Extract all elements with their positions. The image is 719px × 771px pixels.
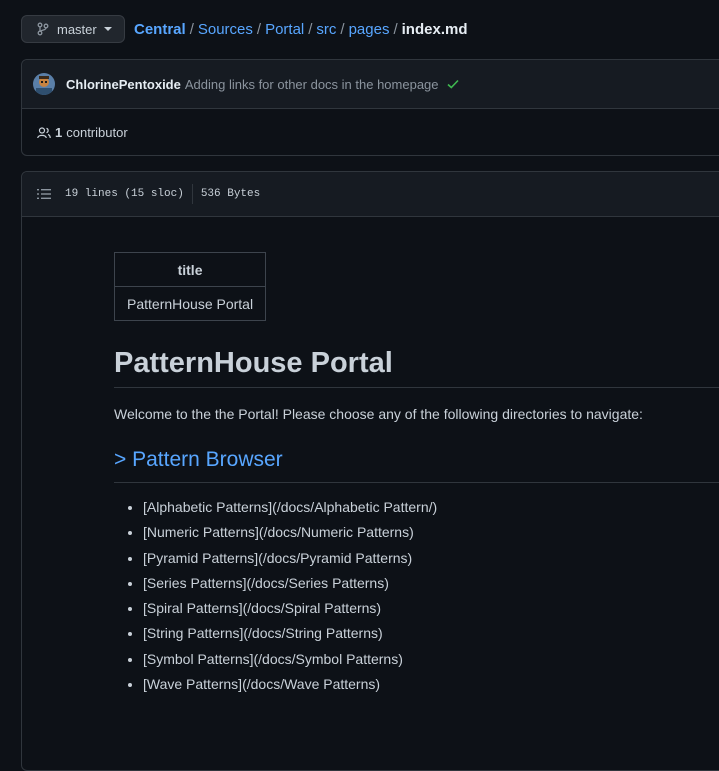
breadcrumb: Central / Sources / Portal / src / pages / index.m… (134, 21, 468, 39)
frontmatter-value: PatternHouse Portal (113, 286, 267, 321)
avatar[interactable] (33, 73, 55, 95)
breadcrumb-link-src[interactable]: src (316, 21, 336, 38)
list-item: [Wave Patterns](/docs/Wave Patterns) (143, 674, 719, 694)
breadcrumb-separator: / (340, 21, 345, 38)
list-unordered-icon[interactable] (37, 188, 51, 200)
contributors-row[interactable]: 1 contributor (22, 109, 719, 156)
list-item: [Spiral Patterns](/docs/Spiral Patterns) (143, 598, 719, 618)
avatar-image (33, 73, 55, 95)
list-item: [Numeric Patterns](/docs/Numeric Pattern… (143, 522, 719, 542)
page-heading: PatternHouse Portal (114, 345, 719, 388)
latest-commit-box: ChlorinePentoxide Adding links for other… (21, 59, 719, 156)
frontmatter-table: title PatternHouse Portal (113, 252, 267, 321)
breadcrumb-link-central[interactable]: Central (134, 21, 186, 38)
check-icon (446, 79, 459, 89)
people-icon (37, 126, 51, 138)
breadcrumb-separator: / (256, 21, 262, 38)
git-branch-icon (37, 22, 49, 36)
list-item: [Pyramid Patterns](/docs/Pyramid Pattern… (143, 548, 719, 568)
list-item: [Alphabetic Patterns](/docs/Alphabetic P… (143, 497, 719, 517)
divider (191, 184, 193, 204)
list-item: [Series Patterns](/docs/Series Patterns) (143, 573, 719, 593)
section-heading-link[interactable]: > Pattern Browser (114, 446, 719, 483)
pattern-link-list: [Alphabetic Patterns](/docs/Alphabetic P… (114, 497, 719, 694)
frontmatter-header: title (113, 252, 267, 287)
intro-text: Welcome to the the Portal! Please choose… (114, 406, 643, 422)
caret-down-icon (103, 27, 112, 31)
branch-name: master (57, 21, 97, 37)
file-size: 536 Bytes (200, 188, 261, 200)
list-item: [String Patterns](/docs/String Patterns) (143, 623, 719, 643)
breadcrumb-separator: / (393, 21, 398, 38)
commit-author-link[interactable]: ChlorinePentoxide (66, 77, 181, 92)
commit-row: ChlorinePentoxide Adding links for other… (22, 60, 719, 109)
breadcrumb-link-portal[interactable]: Portal (265, 21, 304, 38)
breadcrumb-separator: / (189, 21, 194, 38)
markdown-body: title PatternHouse Portal PatternHouse P… (113, 252, 719, 699)
file-line-count: 19 lines (15 sloc) (65, 188, 184, 200)
file-view: 19 lines (15 sloc) 536 Bytes title Patte… (21, 171, 719, 771)
branch-select-button[interactable]: master (21, 15, 125, 43)
commit-message-link[interactable]: Adding links for other docs in the homep… (185, 77, 439, 92)
contributor-count: 1 (55, 125, 63, 140)
breadcrumb-link-sources[interactable]: Sources (198, 21, 253, 38)
breadcrumb-link-pages[interactable]: pages (349, 21, 390, 38)
contributor-label: contributor (66, 125, 128, 140)
breadcrumb-current-file: index.md (401, 21, 468, 38)
list-item: [Symbol Patterns](/docs/Symbol Patterns) (143, 649, 719, 669)
file-header: 19 lines (15 sloc) 536 Bytes (22, 172, 719, 217)
breadcrumb-separator: / (308, 21, 313, 38)
